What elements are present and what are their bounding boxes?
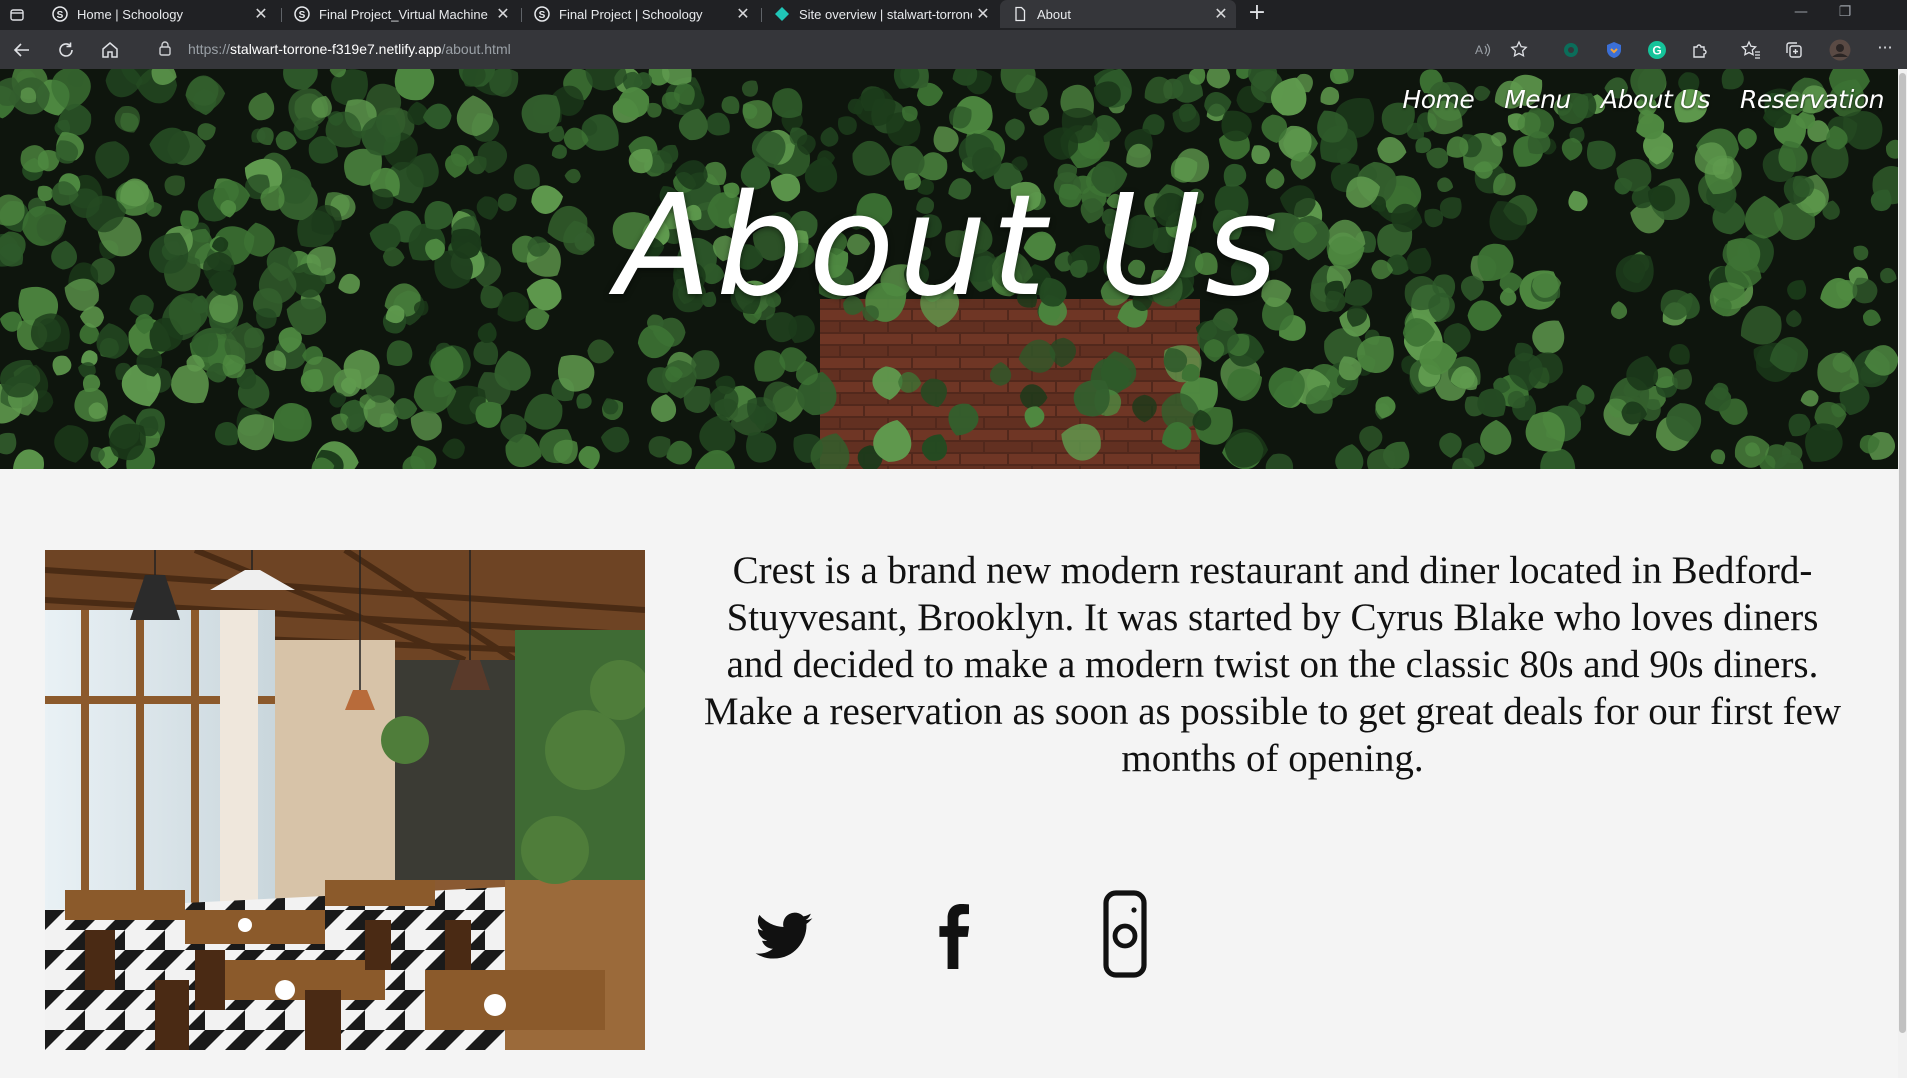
- address-bar[interactable]: https://stalwart-torrone-f319e7.netlify.…: [140, 33, 1550, 65]
- tab-title: About: [1037, 6, 1071, 22]
- profile-avatar[interactable]: [1827, 37, 1853, 63]
- web-page: Home Menu About Us Reservation About Us: [0, 69, 1898, 1078]
- settings-more-icon[interactable]: ···: [1872, 34, 1898, 60]
- tab-title: Home | Schoology: [77, 6, 183, 22]
- facebook-link[interactable]: [914, 889, 994, 979]
- nav-reservation-link[interactable]: Reservation: [1740, 85, 1884, 114]
- svg-text:G: G: [1652, 44, 1661, 58]
- collections-icon[interactable]: [1781, 37, 1807, 63]
- extension-shield-icon[interactable]: [1601, 37, 1627, 63]
- refresh-icon[interactable]: [53, 37, 79, 63]
- tab-actions-icon[interactable]: [4, 2, 30, 28]
- schoology-icon: S: [534, 6, 550, 22]
- instagram-icon: [1103, 890, 1147, 978]
- nav-menu-link[interactable]: Menu: [1504, 85, 1571, 114]
- back-arrow-icon[interactable]: [9, 37, 35, 63]
- tab-final-project-vm[interactable]: S Final Project_Virtual Machine | Sc ✕: [282, 0, 518, 28]
- lock-icon[interactable]: [158, 40, 178, 59]
- tab-strip: S Home | Schoology ✕ S Final Project_Vir…: [0, 0, 1907, 30]
- tab-title: Site overview | stalwart-torrone-: [799, 6, 972, 22]
- nav-about-us-link[interactable]: About Us: [1601, 85, 1711, 114]
- svg-text:S: S: [539, 10, 546, 21]
- page-scrollbar[interactable]: [1898, 69, 1907, 1078]
- close-tab-icon[interactable]: ✕: [492, 4, 514, 24]
- extensions-puzzle-icon[interactable]: [1687, 37, 1713, 63]
- about-description: Crest is a brand new modern restaurant a…: [703, 549, 1842, 780]
- svg-text:A: A: [1475, 43, 1483, 57]
- close-tab-icon[interactable]: ✕: [1210, 4, 1232, 24]
- read-aloud-icon[interactable]: A: [1470, 37, 1496, 63]
- facebook-icon: [939, 903, 969, 969]
- svg-text:S: S: [299, 10, 306, 21]
- nav-home-link[interactable]: Home: [1402, 85, 1474, 114]
- close-tab-icon[interactable]: ✕: [732, 4, 754, 24]
- netlify-icon: [775, 7, 789, 21]
- tab-site-overview[interactable]: Site overview | stalwart-torrone- ✕: [762, 0, 998, 28]
- instagram-link[interactable]: [1085, 889, 1165, 979]
- close-tab-icon[interactable]: ✕: [972, 4, 994, 24]
- schoology-icon: S: [294, 6, 310, 22]
- twitter-icon: [755, 912, 813, 959]
- schoology-icon: S: [52, 6, 68, 22]
- url-text: https://stalwart-torrone-f319e7.netlify.…: [188, 41, 511, 57]
- tab-title: Final Project | Schoology: [559, 6, 703, 22]
- tab-title: Final Project_Virtual Machine | Sc: [319, 6, 492, 22]
- extension-green-icon[interactable]: [1558, 37, 1584, 63]
- browser-toolbar: https://stalwart-torrone-f319e7.netlify.…: [0, 30, 1907, 69]
- minimize-button[interactable]: —: [1788, 4, 1814, 20]
- page-title: About Us: [616, 165, 1282, 328]
- restore-button[interactable]: ❐: [1832, 4, 1858, 20]
- twitter-link[interactable]: [744, 889, 824, 979]
- home-icon[interactable]: [97, 37, 123, 63]
- tab-final-project[interactable]: S Final Project | Schoology ✕: [522, 0, 758, 28]
- hero-banner: Home Menu About Us Reservation About Us: [0, 69, 1898, 469]
- tab-home-schoology[interactable]: S Home | Schoology ✕: [40, 0, 276, 28]
- main-nav: Home Menu About Us Reservation: [1402, 85, 1884, 114]
- restaurant-interior-image: [45, 550, 645, 1050]
- scrollbar-thumb[interactable]: [1899, 73, 1906, 1033]
- grammarly-icon[interactable]: G: [1644, 37, 1670, 63]
- favorites-icon[interactable]: [1738, 37, 1764, 63]
- add-favorite-icon[interactable]: [1507, 37, 1533, 63]
- tab-about[interactable]: About ✕: [1000, 0, 1236, 28]
- page-icon: [1015, 6, 1026, 22]
- svg-text:S: S: [57, 10, 64, 21]
- close-tab-icon[interactable]: ✕: [250, 4, 272, 24]
- new-tab-button[interactable]: +: [1244, 0, 1270, 25]
